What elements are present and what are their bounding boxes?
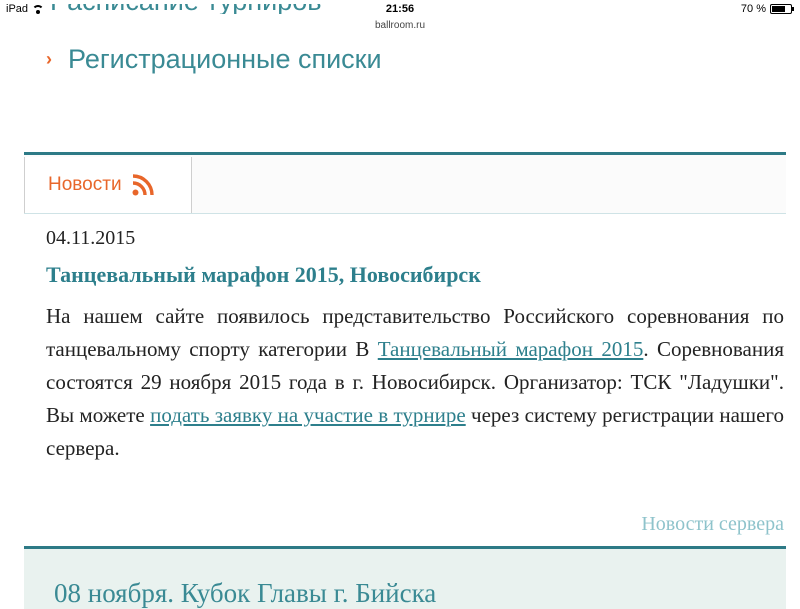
next-news-panel: 08 ноября. Кубок Главы г. Бийска [24, 549, 786, 609]
nav-item-label[interactable]: Регистрационные списки [68, 44, 382, 75]
news-date: 04.11.2015 [46, 227, 136, 249]
nav-item-registration-lists[interactable]: › Регистрационные списки [46, 44, 382, 75]
status-right: 70 % [740, 3, 794, 15]
battery-icon [770, 4, 794, 14]
chevron-right-icon: › [46, 49, 52, 69]
apply-link[interactable]: подать заявку на участие в турнире [150, 403, 466, 427]
next-news-title[interactable]: 08 ноября. Кубок Главы г. Бийска [54, 578, 436, 609]
battery-level [772, 6, 785, 12]
server-news-link[interactable]: Новости сервера [641, 513, 784, 536]
news-body: На нашем сайте появилось представительст… [46, 300, 784, 465]
rss-icon[interactable] [131, 173, 155, 197]
marathon-link[interactable]: Танцевальный марафон 2015 [378, 337, 644, 361]
news-headline[interactable]: Танцевальный марафон 2015, Новосибирск [46, 262, 481, 288]
nav-item-cut[interactable]: Расписание турниров [50, 4, 450, 14]
tab-news-label: Новости [48, 174, 122, 195]
tab-news[interactable]: Новости [24, 157, 192, 213]
nav-item-cut-label: Расписание турниров [50, 4, 450, 14]
battery-percent: 70 % [740, 3, 766, 15]
address-bar-url[interactable]: ballroom.ru [0, 20, 800, 31]
